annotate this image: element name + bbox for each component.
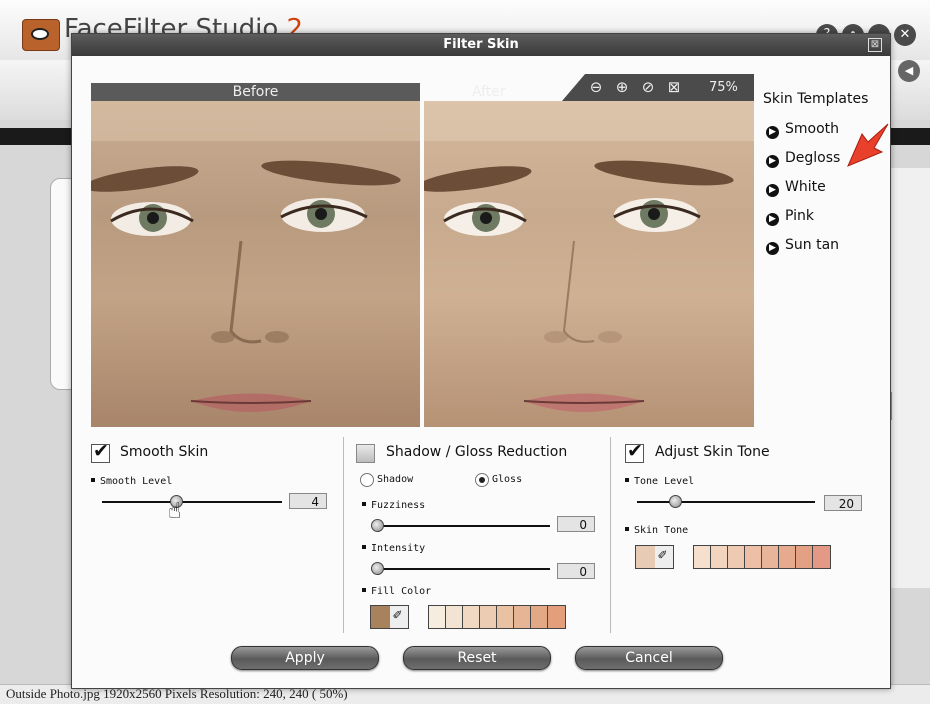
arrow-right-icon: ▶ xyxy=(766,242,779,255)
arrow-right-icon: ▶ xyxy=(766,184,779,197)
intensity-slider-thumb[interactable] xyxy=(371,562,384,575)
filter-skin-dialog: Filter Skin ⊠ Before After ⊖ ⊕ ⊘ ⊠ 75% S… xyxy=(71,33,891,689)
palette-swatch[interactable] xyxy=(463,606,480,628)
after-label: After xyxy=(472,84,506,100)
eye-logo-icon xyxy=(22,19,60,51)
before-face-illustration xyxy=(91,101,420,412)
tone-level-slider-thumb[interactable] xyxy=(669,495,682,508)
smooth-level-track[interactable] xyxy=(102,501,282,503)
template-label: Degloss xyxy=(785,150,841,166)
shadow-gloss-title: Shadow / Gloss Reduction xyxy=(386,444,568,460)
section-divider xyxy=(343,437,344,633)
before-photo xyxy=(91,101,420,427)
template-degloss[interactable]: ▶ Degloss xyxy=(766,150,840,172)
shadow-radio-label: Shadow xyxy=(377,474,414,485)
section-divider xyxy=(610,437,611,633)
eyedropper-icon[interactable]: ✐ xyxy=(654,546,673,568)
fuzziness-slider-thumb[interactable] xyxy=(371,519,384,532)
arrow-right-icon: ▶ xyxy=(766,155,779,168)
after-face-illustration xyxy=(424,101,754,412)
close-app-icon[interactable]: ✕ xyxy=(894,24,916,46)
palette-swatch[interactable] xyxy=(480,606,497,628)
template-white[interactable]: ▶ White xyxy=(766,179,826,201)
intensity-label: Intensity xyxy=(362,543,425,554)
palette-swatch[interactable] xyxy=(762,546,779,568)
fill-color-swatch[interactable]: ✐ xyxy=(370,605,409,629)
arrow-right-icon: ▶ xyxy=(766,213,779,226)
template-label: Smooth xyxy=(785,121,840,137)
reset-zoom-icon[interactable]: ⊘ xyxy=(640,79,656,95)
apply-button[interactable]: Apply xyxy=(231,646,379,670)
fill-color-label: Fill Color xyxy=(362,586,431,597)
palette-swatch[interactable] xyxy=(728,546,745,568)
red-pointer-arrow-icon xyxy=(847,123,889,167)
smooth-level-value[interactable]: 4 xyxy=(289,493,327,509)
intensity-track[interactable] xyxy=(374,568,550,570)
palette-swatch[interactable] xyxy=(446,606,463,628)
palette-swatch[interactable] xyxy=(514,606,531,628)
smooth-skin-checkbox[interactable] xyxy=(91,440,110,463)
eyedropper-icon[interactable]: ✐ xyxy=(389,606,408,628)
fill-current-color xyxy=(371,606,390,628)
app-right-panel xyxy=(888,168,930,588)
shadow-radio[interactable] xyxy=(360,473,374,487)
template-label: Sun tan xyxy=(785,237,840,253)
zoom-in-icon[interactable]: ⊕ xyxy=(614,79,630,95)
template-smooth[interactable]: ▶ Smooth xyxy=(766,121,839,143)
dialog-titlebar: Filter Skin xyxy=(72,34,890,56)
zoom-level: 75% xyxy=(709,80,738,95)
smooth-level-label: Smooth Level xyxy=(91,476,172,487)
fuzziness-label: Fuzziness xyxy=(362,500,425,511)
palette-swatch[interactable] xyxy=(497,606,514,628)
nav-back-icon[interactable]: ◀ xyxy=(898,60,920,82)
tone-level-label: Tone Level xyxy=(625,476,694,487)
palette-swatch[interactable] xyxy=(779,546,796,568)
reset-button[interactable]: Reset xyxy=(403,646,551,670)
gloss-radio-label: Gloss xyxy=(492,474,523,485)
intensity-value[interactable]: 0 xyxy=(557,563,595,579)
fuzziness-value[interactable]: 0 xyxy=(557,516,595,532)
template-label: Pink xyxy=(785,208,815,224)
skin-templates-title: Skin Templates xyxy=(763,91,869,107)
template-label: White xyxy=(785,179,826,195)
palette-swatch[interactable] xyxy=(745,546,762,568)
palette-swatch[interactable] xyxy=(429,606,446,628)
fit-to-window-icon[interactable]: ⊠ xyxy=(666,79,682,95)
gloss-radio[interactable] xyxy=(475,473,489,487)
template-pink[interactable]: ▶ Pink xyxy=(766,208,814,230)
tone-level-value[interactable]: 20 xyxy=(824,495,862,511)
palette-swatch[interactable] xyxy=(796,546,813,568)
skin-tone-palette[interactable] xyxy=(693,545,831,569)
tone-level-track[interactable] xyxy=(637,501,815,503)
dialog-title: Filter Skin xyxy=(443,37,519,52)
dialog-close-icon[interactable]: ⊠ xyxy=(868,38,882,52)
palette-swatch[interactable] xyxy=(548,606,565,628)
palette-swatch[interactable] xyxy=(711,546,728,568)
palette-swatch[interactable] xyxy=(531,606,548,628)
fuzziness-track[interactable] xyxy=(374,525,550,527)
zoom-out-icon[interactable]: ⊖ xyxy=(588,79,604,95)
fill-color-palette[interactable] xyxy=(428,605,566,629)
skin-tone-title: Adjust Skin Tone xyxy=(655,444,770,460)
skin-tone-swatch[interactable]: ✐ xyxy=(635,545,674,569)
palette-swatch[interactable] xyxy=(694,546,711,568)
shadow-gloss-checkbox[interactable] xyxy=(356,444,375,463)
arrow-right-icon: ▶ xyxy=(766,126,779,139)
palette-swatch[interactable] xyxy=(813,546,830,568)
cancel-button[interactable]: Cancel xyxy=(575,646,723,670)
template-sun-tan[interactable]: ▶ Sun tan xyxy=(766,237,839,259)
after-photo xyxy=(424,101,754,427)
smooth-skin-title: Smooth Skin xyxy=(120,444,209,460)
skin-tone-current-color xyxy=(636,546,655,568)
skin-tone-label: Skin Tone xyxy=(625,525,688,536)
before-header: Before xyxy=(91,83,420,101)
hand-cursor-icon: ☝ xyxy=(168,499,182,524)
skin-tone-checkbox[interactable] xyxy=(625,440,644,463)
